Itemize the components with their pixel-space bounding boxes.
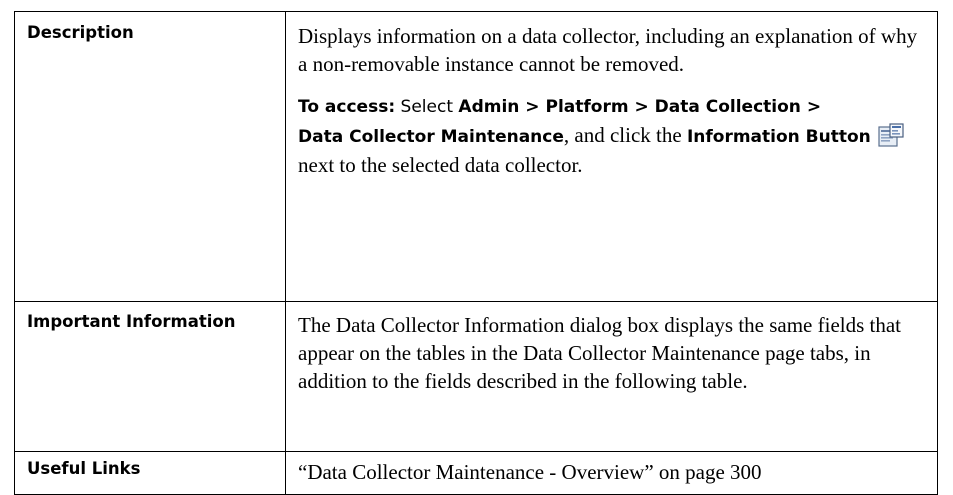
path-separator: >: [628, 97, 655, 117]
path-separator: >: [519, 97, 546, 117]
useful-links-row: Useful Links “Data Collector Maintenance…: [14, 451, 938, 495]
useful-links-label: Useful Links: [14, 451, 286, 495]
info-table: Description Displays information on a da…: [14, 11, 938, 495]
useful-links-content: “Data Collector Maintenance - Overview” …: [285, 451, 938, 495]
path-separator: >: [800, 97, 822, 117]
path-platform: Platform: [545, 97, 629, 117]
important-info-content: The Data Collector Information dialog bo…: [285, 301, 938, 452]
access-text-click: , and click the: [563, 123, 687, 147]
important-info-row: Important Information The Data Collector…: [14, 301, 938, 452]
information-button-label: Information Button: [686, 127, 871, 147]
description-row: Description Displays information on a da…: [14, 11, 938, 302]
information-button-icon: [877, 122, 905, 148]
overview-link[interactable]: “Data Collector Maintenance - Overview” …: [298, 460, 762, 484]
access-text-next: next to the selected data collector.: [298, 153, 583, 177]
description-label: Description: [14, 11, 286, 302]
access-prefix: To access:: [298, 97, 396, 117]
description-text: Displays information on a data collector…: [298, 24, 918, 76]
important-info-label: Important Information: [14, 301, 286, 452]
description-content: Displays information on a data collector…: [285, 11, 938, 302]
access-paragraph: To access: Select Admin > Platform > Dat…: [298, 91, 925, 179]
path-data-collector-maintenance: Data Collector Maintenance: [298, 127, 564, 147]
access-text-select: Select: [395, 97, 459, 117]
path-data-collection: Data Collection: [654, 97, 801, 117]
important-info-text: The Data Collector Information dialog bo…: [298, 313, 902, 393]
path-admin: Admin: [458, 97, 520, 117]
